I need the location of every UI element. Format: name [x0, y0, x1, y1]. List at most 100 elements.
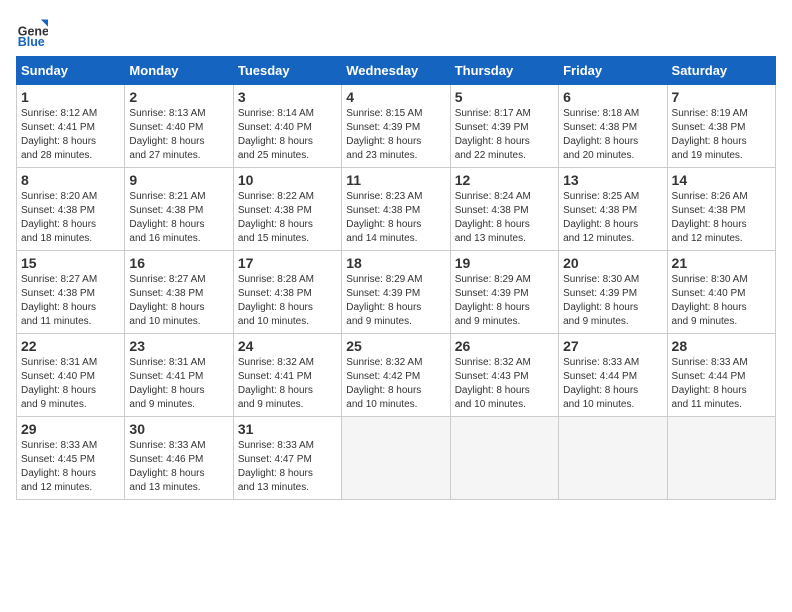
day-number: 29 — [21, 421, 120, 437]
day-number: 30 — [129, 421, 228, 437]
day-number: 8 — [21, 172, 120, 188]
cell-info: Sunrise: 8:27 AM Sunset: 4:38 PM Dayligh… — [129, 273, 228, 329]
calendar-cell: 17 Sunrise: 8:28 AM Sunset: 4:38 PM Dayli… — [233, 251, 341, 334]
weekday-header: Thursday — [450, 57, 558, 85]
day-number: 6 — [563, 89, 662, 105]
day-number: 5 — [455, 89, 554, 105]
cell-info: Sunrise: 8:31 AM Sunset: 4:41 PM Dayligh… — [129, 356, 228, 412]
calendar-cell: 26 Sunrise: 8:32 AM Sunset: 4:43 PM Dayli… — [450, 334, 558, 417]
day-number: 9 — [129, 172, 228, 188]
cell-info: Sunrise: 8:33 AM Sunset: 4:46 PM Dayligh… — [129, 439, 228, 495]
weekday-header: Sunday — [17, 57, 125, 85]
calendar-cell: 5 Sunrise: 8:17 AM Sunset: 4:39 PM Daylig… — [450, 85, 558, 168]
calendar-cell — [667, 417, 775, 500]
day-number: 12 — [455, 172, 554, 188]
cell-info: Sunrise: 8:30 AM Sunset: 4:39 PM Dayligh… — [563, 273, 662, 329]
logo-icon: General Blue — [16, 16, 48, 48]
svg-text:Blue: Blue — [18, 35, 45, 48]
cell-info: Sunrise: 8:32 AM Sunset: 4:42 PM Dayligh… — [346, 356, 445, 412]
calendar-body: 1 Sunrise: 8:12 AM Sunset: 4:41 PM Daylig… — [17, 85, 776, 500]
cell-info: Sunrise: 8:30 AM Sunset: 4:40 PM Dayligh… — [672, 273, 771, 329]
weekday-header: Friday — [559, 57, 667, 85]
calendar-week-row: 15 Sunrise: 8:27 AM Sunset: 4:38 PM Dayli… — [17, 251, 776, 334]
day-number: 26 — [455, 338, 554, 354]
calendar-cell: 7Sunrise: 8:19 AM Sunset: 4:38 PM Daylig… — [667, 85, 775, 168]
cell-info: Sunrise: 8:20 AM Sunset: 4:38 PM Dayligh… — [21, 190, 120, 246]
calendar-cell: 27Sunrise: 8:33 AM Sunset: 4:44 PM Dayli… — [559, 334, 667, 417]
cell-info: Sunrise: 8:31 AM Sunset: 4:40 PM Dayligh… — [21, 356, 120, 412]
cell-info: Sunrise: 8:32 AM Sunset: 4:43 PM Dayligh… — [455, 356, 554, 412]
day-number: 23 — [129, 338, 228, 354]
calendar-table: SundayMondayTuesdayWednesdayThursdayFrid… — [16, 56, 776, 500]
day-number: 28 — [672, 338, 771, 354]
cell-info: Sunrise: 8:18 AM Sunset: 4:38 PM Dayligh… — [563, 107, 662, 163]
cell-info: Sunrise: 8:15 AM Sunset: 4:39 PM Dayligh… — [346, 107, 445, 163]
calendar-cell: 24Sunrise: 8:32 AM Sunset: 4:41 PM Dayli… — [233, 334, 341, 417]
calendar-cell: 31Sunrise: 8:33 AM Sunset: 4:47 PM Dayli… — [233, 417, 341, 500]
calendar-cell: 3 Sunrise: 8:14 AM Sunset: 4:40 PM Daylig… — [233, 85, 341, 168]
calendar-cell: 14 Sunrise: 8:26 AM Sunset: 4:38 PM Dayli… — [667, 168, 775, 251]
cell-info: Sunrise: 8:25 AM Sunset: 4:38 PM Dayligh… — [563, 190, 662, 246]
cell-info: Sunrise: 8:22 AM Sunset: 4:38 PM Dayligh… — [238, 190, 337, 246]
day-number: 3 — [238, 89, 337, 105]
cell-info: Sunrise: 8:13 AM Sunset: 4:40 PM Dayligh… — [129, 107, 228, 163]
day-number: 25 — [346, 338, 445, 354]
calendar-cell: 13Sunrise: 8:25 AM Sunset: 4:38 PM Dayli… — [559, 168, 667, 251]
cell-info: Sunrise: 8:24 AM Sunset: 4:38 PM Dayligh… — [455, 190, 554, 246]
cell-info: Sunrise: 8:17 AM Sunset: 4:39 PM Dayligh… — [455, 107, 554, 163]
day-number: 16 — [129, 255, 228, 271]
calendar-cell: 25 Sunrise: 8:32 AM Sunset: 4:42 PM Dayli… — [342, 334, 450, 417]
calendar-cell: 19 Sunrise: 8:29 AM Sunset: 4:39 PM Dayli… — [450, 251, 558, 334]
calendar-cell — [450, 417, 558, 500]
cell-info: Sunrise: 8:27 AM Sunset: 4:38 PM Dayligh… — [21, 273, 120, 329]
cell-info: Sunrise: 8:29 AM Sunset: 4:39 PM Dayligh… — [455, 273, 554, 329]
day-number: 11 — [346, 172, 445, 188]
day-number: 21 — [672, 255, 771, 271]
calendar-cell — [559, 417, 667, 500]
cell-info: Sunrise: 8:14 AM Sunset: 4:40 PM Dayligh… — [238, 107, 337, 163]
calendar-cell: 10 Sunrise: 8:22 AM Sunset: 4:38 PM Dayli… — [233, 168, 341, 251]
cell-info: Sunrise: 8:19 AM Sunset: 4:38 PM Dayligh… — [672, 107, 771, 163]
calendar-cell: 11 Sunrise: 8:23 AM Sunset: 4:38 PM Dayli… — [342, 168, 450, 251]
day-number: 15 — [21, 255, 120, 271]
day-number: 4 — [346, 89, 445, 105]
day-number: 31 — [238, 421, 337, 437]
day-number: 27 — [563, 338, 662, 354]
calendar-cell: 22Sunrise: 8:31 AM Sunset: 4:40 PM Dayli… — [17, 334, 125, 417]
cell-info: Sunrise: 8:29 AM Sunset: 4:39 PM Dayligh… — [346, 273, 445, 329]
calendar-cell: 16 Sunrise: 8:27 AM Sunset: 4:38 PM Dayli… — [125, 251, 233, 334]
day-number: 18 — [346, 255, 445, 271]
weekday-header: Saturday — [667, 57, 775, 85]
cell-info: Sunrise: 8:23 AM Sunset: 4:38 PM Dayligh… — [346, 190, 445, 246]
logo: General Blue — [16, 16, 54, 48]
cell-info: Sunrise: 8:12 AM Sunset: 4:41 PM Dayligh… — [21, 107, 120, 163]
calendar-week-row: 22Sunrise: 8:31 AM Sunset: 4:40 PM Dayli… — [17, 334, 776, 417]
weekday-header: Tuesday — [233, 57, 341, 85]
calendar-cell: 23 Sunrise: 8:31 AM Sunset: 4:41 PM Dayli… — [125, 334, 233, 417]
calendar-cell: 20 Sunrise: 8:30 AM Sunset: 4:39 PM Dayli… — [559, 251, 667, 334]
calendar-cell: 18 Sunrise: 8:29 AM Sunset: 4:39 PM Dayli… — [342, 251, 450, 334]
day-number: 19 — [455, 255, 554, 271]
weekday-header: Wednesday — [342, 57, 450, 85]
cell-info: Sunrise: 8:28 AM Sunset: 4:38 PM Dayligh… — [238, 273, 337, 329]
day-number: 20 — [563, 255, 662, 271]
calendar-cell: 12 Sunrise: 8:24 AM Sunset: 4:38 PM Dayli… — [450, 168, 558, 251]
cell-info: Sunrise: 8:32 AM Sunset: 4:41 PM Dayligh… — [238, 356, 337, 412]
day-number: 10 — [238, 172, 337, 188]
calendar-week-row: 1 Sunrise: 8:12 AM Sunset: 4:41 PM Daylig… — [17, 85, 776, 168]
calendar-cell: 1 Sunrise: 8:12 AM Sunset: 4:41 PM Daylig… — [17, 85, 125, 168]
calendar-cell: 8 Sunrise: 8:20 AM Sunset: 4:38 PM Daylig… — [17, 168, 125, 251]
calendar-cell — [342, 417, 450, 500]
calendar-cell: 21 Sunrise: 8:30 AM Sunset: 4:40 PM Dayli… — [667, 251, 775, 334]
day-number: 1 — [21, 89, 120, 105]
calendar-week-row: 8 Sunrise: 8:20 AM Sunset: 4:38 PM Daylig… — [17, 168, 776, 251]
calendar-cell: 4 Sunrise: 8:15 AM Sunset: 4:39 PM Daylig… — [342, 85, 450, 168]
calendar-cell: 6 Sunrise: 8:18 AM Sunset: 4:38 PM Daylig… — [559, 85, 667, 168]
day-number: 14 — [672, 172, 771, 188]
day-number: 17 — [238, 255, 337, 271]
cell-info: Sunrise: 8:21 AM Sunset: 4:38 PM Dayligh… — [129, 190, 228, 246]
calendar-cell: 9 Sunrise: 8:21 AM Sunset: 4:38 PM Daylig… — [125, 168, 233, 251]
cell-info: Sunrise: 8:33 AM Sunset: 4:45 PM Dayligh… — [21, 439, 120, 495]
cell-info: Sunrise: 8:26 AM Sunset: 4:38 PM Dayligh… — [672, 190, 771, 246]
calendar-cell: 15 Sunrise: 8:27 AM Sunset: 4:38 PM Dayli… — [17, 251, 125, 334]
